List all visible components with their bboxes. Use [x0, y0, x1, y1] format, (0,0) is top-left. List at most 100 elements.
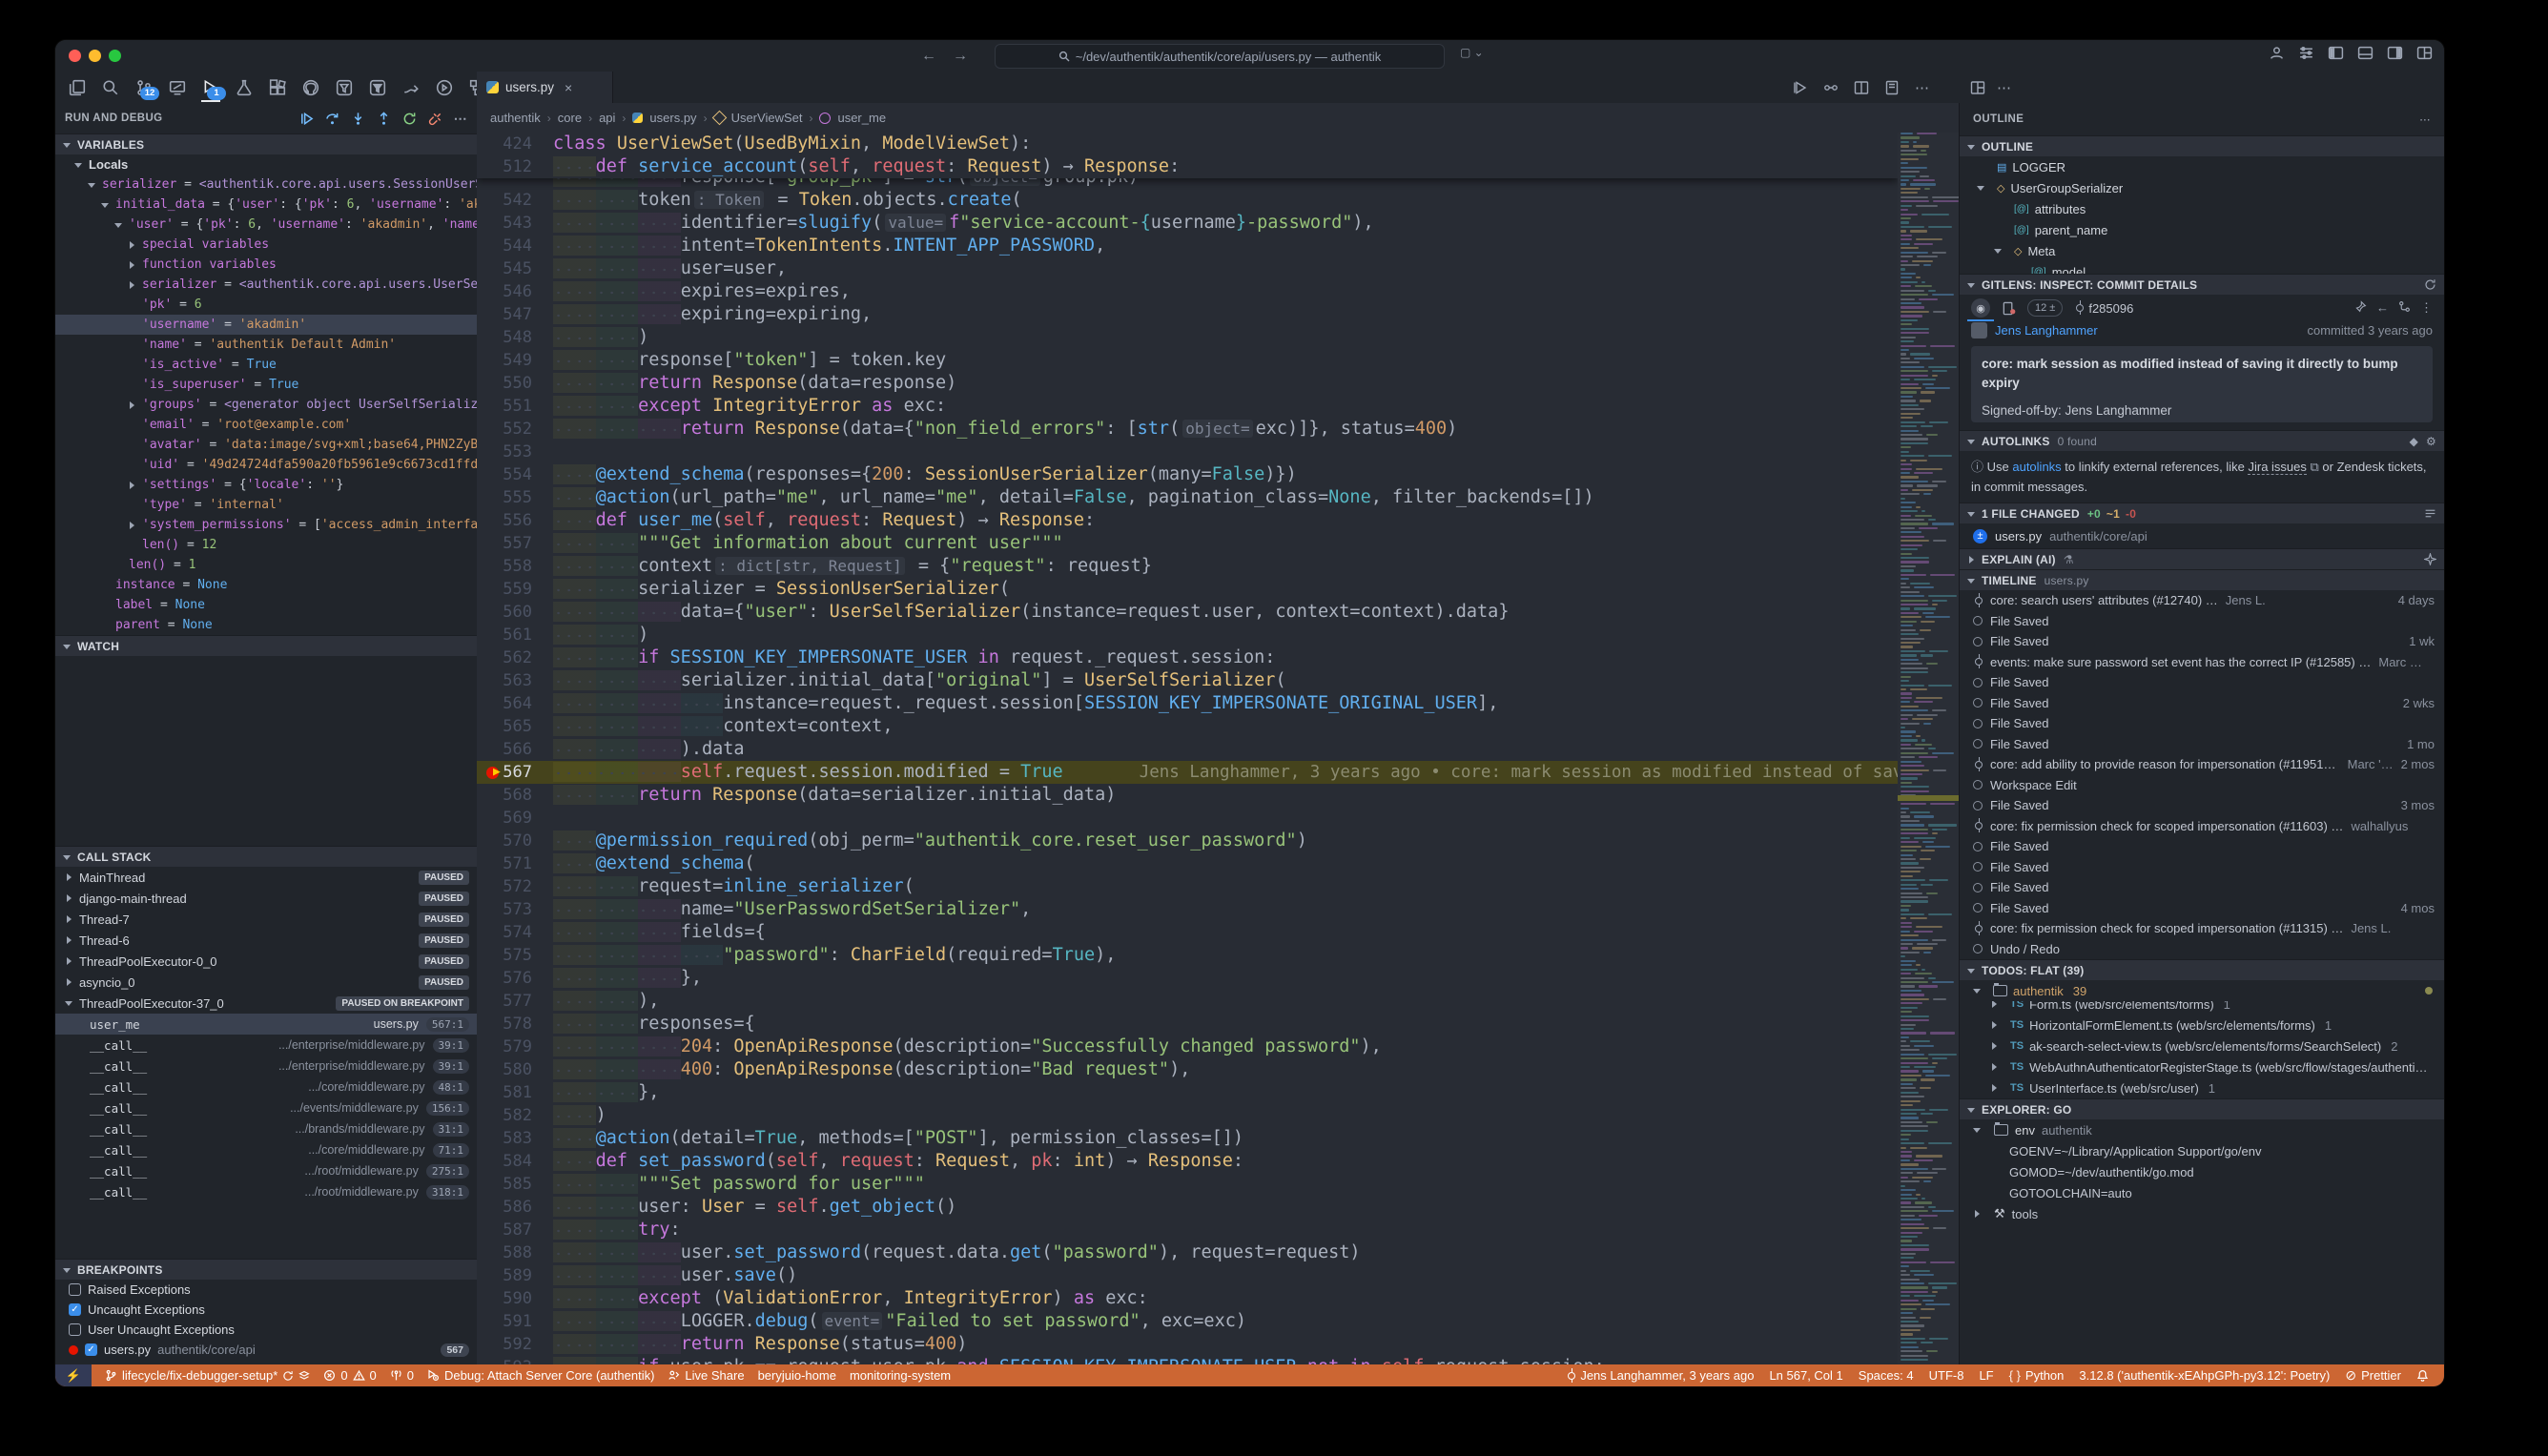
variable-row[interactable]: 'settings' = {'locale': ''}: [55, 475, 477, 495]
outline-item[interactable]: ▤LOGGER: [1960, 156, 2444, 177]
timeline-section-header[interactable]: TIMELINEusers.py: [1960, 569, 2444, 590]
code-line[interactable]: 547 expiring=expiring,: [477, 303, 1959, 326]
todos-section-header[interactable]: TODOS: FLAT (39): [1960, 959, 2444, 980]
minimap[interactable]: [1898, 133, 1959, 1364]
breadcrumb[interactable]: authentik› core› api› users.py› UserView…: [477, 103, 1959, 133]
variable-row[interactable]: 'is_superuser' = True: [55, 375, 477, 395]
code-line[interactable]: 562 if SESSION_KEY_IMPERSONATE_USER in r…: [477, 646, 1959, 669]
filter-filled-icon[interactable]: [365, 75, 390, 100]
extensions-icon[interactable]: [265, 75, 290, 100]
code-line[interactable]: 559 serializer = SessionUserSerializer(: [477, 578, 1959, 601]
indentation-item[interactable]: Spaces: 4: [1859, 1368, 1914, 1383]
gitlens-icon[interactable]: [399, 75, 423, 100]
debug-console-icon[interactable]: [432, 75, 457, 100]
encoding-item[interactable]: UTF-8: [1929, 1368, 1964, 1383]
explain-ai-section-header[interactable]: EXPLAIN (AI)⚗: [1960, 548, 2444, 569]
notifications-bell-icon[interactable]: [2416, 1369, 2429, 1382]
call-stack-thread[interactable]: Thread-6PAUSED: [55, 930, 477, 951]
debug-more-icon[interactable]: ⋯: [454, 111, 467, 127]
variable-row[interactable]: 'user' = {'pk': 6, 'username': 'akadmin'…: [55, 215, 477, 235]
explorer-go-section-header[interactable]: EXPLORER: GO: [1960, 1098, 2444, 1119]
code-line[interactable]: 573 name="UserPasswordSetSerializer",: [477, 898, 1959, 921]
search-icon[interactable]: [98, 75, 123, 100]
checkbox[interactable]: ✓: [69, 1303, 81, 1316]
close-tab-icon[interactable]: ×: [565, 80, 572, 95]
code-line[interactable]: 555 @action(url_path="me", url_name="me"…: [477, 486, 1959, 509]
go-env-row[interactable]: envauthentik: [1960, 1119, 2444, 1140]
code-line[interactable]: 550 return Response(data=response): [477, 372, 1959, 395]
call-stack-frame[interactable]: __call__.../core/middleware.py71:1: [55, 1139, 477, 1160]
variable-row[interactable]: 'avatar' = 'data:image/svg+xml;base64,PH…: [55, 435, 477, 455]
git-branch-item[interactable]: lifecycle/fix-debugger-setup*: [105, 1368, 310, 1383]
code-line[interactable]: 557 """Get information about current use…: [477, 532, 1959, 555]
checkbox[interactable]: ✓: [85, 1343, 97, 1356]
autolinks-section-header[interactable]: AUTOLINKS0 found◆⚙: [1960, 430, 2444, 451]
source-control-icon[interactable]: 12: [132, 75, 156, 100]
todo-file-row[interactable]: TSak-search-select-view.ts (web/src/elem…: [1960, 1036, 2444, 1056]
sticky-code-line[interactable]: 424class UserViewSet(UsedByMixin, ModelV…: [477, 133, 1898, 155]
code-line[interactable]: 563 serializer.initial_data["original"] …: [477, 669, 1959, 692]
code-line[interactable]: 565 context=context,: [477, 715, 1959, 738]
code-line[interactable]: 552 return Response(data={"non_field_err…: [477, 418, 1959, 441]
code-line[interactable]: 591 LOGGER.debug(event="Failed to set pa…: [477, 1310, 1959, 1333]
timeline-item[interactable]: core: add ability to provide reason for …: [1960, 754, 2444, 775]
todo-file-row[interactable]: TSWebAuthnAuthenticatorRegisterStage.ts …: [1960, 1056, 2444, 1077]
call-stack-frame[interactable]: __call__.../brands/middleware.py31:1: [55, 1118, 477, 1139]
compare-icon[interactable]: [2398, 300, 2411, 313]
timeline-item[interactable]: File Saved: [1960, 672, 2444, 693]
back-icon[interactable]: ←: [2376, 300, 2389, 316]
live-share-item[interactable]: Live Share: [668, 1368, 744, 1383]
code-line[interactable]: 572 request=inline_serializer(: [477, 875, 1959, 898]
code-line[interactable]: 589 user.save(): [477, 1264, 1959, 1287]
debug-restart-icon[interactable]: [402, 112, 417, 126]
code-line[interactable]: 587 try:: [477, 1219, 1959, 1241]
call-stack-frame[interactable]: user_meusers.py567:1: [55, 1014, 477, 1035]
view-as-tree-icon[interactable]: [2424, 507, 2436, 520]
split-panel-icon[interactable]: [1970, 80, 1985, 95]
interpreter-item[interactable]: 3.12.8 ('authentik-xEAhpGPh-py3.12': Poe…: [2079, 1368, 2330, 1383]
author-link[interactable]: Jens Langhammer: [1995, 323, 2098, 338]
go-env-var[interactable]: GOMOD=~/dev/authentik/go.mod: [1960, 1161, 2444, 1182]
go-tools-row[interactable]: ⚒tools: [1960, 1203, 2444, 1224]
explorer-icon[interactable]: [65, 75, 90, 100]
code-line[interactable]: 545 user=user,: [477, 257, 1959, 280]
call-stack-thread[interactable]: ThreadPoolExecutor-37_0PAUSED ON BREAKPO…: [55, 993, 477, 1014]
files-changed-section-header[interactable]: 1 FILE CHANGED+0~1-0: [1960, 502, 2444, 523]
call-stack-thread[interactable]: Thread-7PAUSED: [55, 909, 477, 930]
outline-item[interactable]: ◇Meta: [1960, 240, 2444, 261]
zoom-window-button[interactable]: [109, 50, 121, 62]
toggle-secondary-sidebar-icon[interactable]: [2387, 45, 2403, 61]
gear-icon[interactable]: ⚙: [2426, 435, 2436, 448]
timeline-item[interactable]: core: fix permission check for scoped im…: [1960, 918, 2444, 939]
variable-row[interactable]: 'uid' = '49d24724dfa590a20fb5961e9c6673c…: [55, 455, 477, 475]
timeline-item[interactable]: Undo / Redo: [1960, 939, 2444, 960]
variable-row[interactable]: 'email' = 'root@example.com': [55, 415, 477, 435]
code-line[interactable]: 561 ): [477, 624, 1959, 646]
commit-details-tab-icon[interactable]: ◉: [1971, 298, 1990, 318]
customize-layout-icon[interactable]: [2416, 45, 2433, 61]
code-line[interactable]: 583 @action(detail=True, methods=["POST"…: [477, 1127, 1959, 1150]
todo-file-row[interactable]: TSForm.ts (web/src/elements/forms)1: [1960, 1001, 2444, 1015]
code-line[interactable]: 543 identifier=slugify(value=f"service-a…: [477, 212, 1959, 235]
outline-item[interactable]: [@]parent_name: [1960, 219, 2444, 240]
close-window-button[interactable]: [69, 50, 81, 62]
host-item[interactable]: beryjuio-home: [758, 1368, 836, 1383]
run-and-debug-icon[interactable]: 1: [198, 75, 223, 100]
github-icon[interactable]: [298, 75, 323, 100]
ports-item[interactable]: 0: [390, 1368, 414, 1383]
code-line[interactable]: 544 intent=TokenIntents.INTENT_APP_PASSW…: [477, 235, 1959, 257]
command-center-search[interactable]: ~/dev/authentik/authentik/core/api/users…: [995, 44, 1445, 69]
breakpoint-row[interactable]: User Uncaught Exceptions: [55, 1320, 477, 1340]
variable-row[interactable]: 'username' = 'akadmin': [55, 315, 477, 335]
timeline-item[interactable]: File Saved: [1960, 611, 2444, 632]
outline-item[interactable]: [@]model: [1960, 261, 2444, 274]
jira-issues-link[interactable]: Jira issues: [2248, 460, 2306, 475]
remote-window-icon[interactable]: [165, 75, 190, 100]
settings-sliders-icon[interactable]: [2298, 45, 2314, 61]
variable-row[interactable]: initial_data = {'user': {'pk': 6, 'usern…: [55, 195, 477, 215]
code-line[interactable]: 571 @extend_schema(: [477, 852, 1959, 875]
debug-continue-icon[interactable]: [299, 112, 314, 126]
debug-step-out-icon[interactable]: [377, 112, 391, 126]
variable-row[interactable]: 'type' = 'internal': [55, 495, 477, 515]
variable-row[interactable]: instance = None: [55, 575, 477, 595]
